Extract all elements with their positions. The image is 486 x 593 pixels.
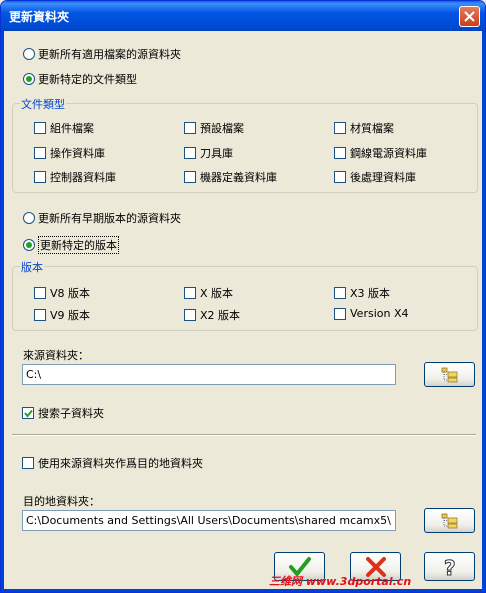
radio-update-specific-versions[interactable]: 更新特定的版本: [23, 236, 119, 254]
checkbox[interactable]: [34, 287, 46, 299]
window-frame: [1, 589, 485, 592]
checkbox-label: 機器定義資料庫: [200, 171, 277, 184]
radio-label: 更新所有適用檔案的源資料夾: [38, 48, 181, 61]
separator: [12, 434, 476, 436]
checkbox[interactable]: [34, 309, 46, 321]
checkbox[interactable]: [184, 309, 196, 321]
checkbox-label: 使用來源資料夾作爲目的地資料夾: [38, 457, 203, 470]
checkbox[interactable]: [334, 171, 346, 183]
checkmark-icon: [24, 409, 33, 418]
checkbox-assembly-files[interactable]: 組件檔案: [34, 120, 94, 136]
checkbox-version-v8[interactable]: V8 版本: [34, 285, 90, 301]
radio-indicator[interactable]: [23, 48, 35, 60]
checkbox-operation-library[interactable]: 操作資料庫: [34, 145, 105, 161]
checkbox[interactable]: [34, 122, 46, 134]
checkbox-version-x4[interactable]: Version X4: [334, 307, 408, 320]
radio-update-specific-types[interactable]: 更新特定的文件類型: [23, 71, 137, 87]
source-folder-input[interactable]: C:\: [22, 364, 396, 385]
group-label: 文件類型: [20, 96, 66, 112]
radio-update-all-versions[interactable]: 更新所有早期版本的源資料夾: [23, 210, 181, 226]
radio-indicator[interactable]: [23, 73, 35, 85]
checkbox[interactable]: [334, 122, 346, 134]
checkbox[interactable]: [34, 147, 46, 159]
checkbox-label: Version X4: [350, 307, 409, 320]
checkbox-version-x[interactable]: X 版本: [184, 285, 233, 301]
checkbox-use-source-as-destination[interactable]: 使用來源資料夾作爲目的地資料夾: [22, 455, 203, 471]
checkbox[interactable]: [34, 171, 46, 183]
radio-update-all-sources[interactable]: 更新所有適用檔案的源資料夾: [23, 46, 181, 62]
checkbox[interactable]: [334, 147, 346, 159]
checkbox-machine-definition-library[interactable]: 機器定義資料庫: [184, 169, 277, 185]
checkbox-label: 刀具庫: [200, 147, 233, 160]
checkbox[interactable]: [184, 287, 196, 299]
radio-indicator[interactable]: [23, 239, 35, 251]
folder-tree-icon: [441, 367, 458, 383]
window-title: 更新資料夾: [9, 10, 70, 24]
checkbox-label: X2 版本: [200, 309, 241, 322]
checkbox-post-processor-library[interactable]: 後處理資料庫: [334, 169, 416, 185]
checkbox-label: 操作資料庫: [50, 147, 105, 160]
checkbox-label: X 版本: [200, 287, 234, 300]
checkbox-search-subfolders[interactable]: 搜索子資料夾: [22, 405, 104, 421]
checkbox-default-files[interactable]: 預設檔案: [184, 120, 244, 136]
checkbox-label: 搜索子資料夾: [38, 407, 104, 420]
browse-destination-folder-button[interactable]: [424, 508, 475, 533]
checkbox[interactable]: [184, 147, 196, 159]
checkbox-version-x2[interactable]: X2 版本: [184, 307, 240, 323]
browse-source-folder-button[interactable]: [424, 362, 475, 387]
checkbox-label: 控制器資料庫: [50, 171, 116, 184]
checkbox-label: V8 版本: [50, 287, 91, 300]
checkbox[interactable]: [184, 171, 196, 183]
checkbox-label: 後處理資料庫: [350, 171, 416, 184]
window-frame: [482, 31, 485, 592]
checkbox-label: 鋼線電源資料庫: [350, 147, 427, 160]
checkbox-material-files[interactable]: 材質檔案: [334, 120, 394, 136]
checkbox[interactable]: [334, 307, 346, 320]
radio-label: 更新特定的版本: [38, 236, 119, 254]
checkbox-controller-library[interactable]: 控制器資料庫: [34, 169, 116, 185]
help-button[interactable]: ?: [424, 552, 475, 581]
group-label: 版本: [20, 259, 44, 275]
checkbox-label: 組件檔案: [50, 122, 94, 135]
window-frame: [1, 31, 4, 592]
checkbox[interactable]: [184, 122, 196, 134]
checkbox[interactable]: [22, 407, 34, 419]
radio-indicator[interactable]: [23, 212, 35, 224]
checkbox-version-x3[interactable]: X3 版本: [334, 285, 390, 301]
checkbox-label: X3 版本: [350, 287, 391, 300]
checkbox[interactable]: [22, 457, 34, 469]
radio-label: 更新特定的文件類型: [38, 73, 137, 86]
watermark-text: 三维网 www.3dportal.cn: [269, 575, 412, 588]
checkbox-wire-power-library[interactable]: 鋼線電源資料庫: [334, 145, 427, 161]
question-mark-icon: ?: [444, 556, 457, 578]
radio-label: 更新所有早期版本的源資料夾: [38, 212, 181, 225]
source-folder-label: 來源資料夾：: [23, 349, 89, 362]
checkbox-label: 材質檔案: [350, 122, 394, 135]
destination-folder-label: 目的地資料夾：: [23, 495, 100, 508]
checkbox-version-v9[interactable]: V9 版本: [34, 307, 90, 323]
destination-folder-input[interactable]: C:\Documents and Settings\All Users\Docu…: [22, 510, 396, 531]
svg-text:?: ?: [444, 556, 456, 578]
checkbox[interactable]: [334, 287, 346, 299]
dialog-window: 更新資料夾 更新所有適用檔案的源資料夾 更新特定的文件類型 文件類型 組件檔案 …: [0, 0, 486, 593]
close-button[interactable]: [459, 6, 480, 27]
checkbox-tool-library[interactable]: 刀具庫: [184, 145, 233, 161]
checkbox-label: 預設檔案: [200, 122, 244, 135]
title-bar[interactable]: 更新資料夾: [1, 1, 485, 31]
close-icon: [464, 11, 475, 22]
folder-tree-icon: [441, 513, 458, 529]
checkbox-label: V9 版本: [50, 309, 91, 322]
